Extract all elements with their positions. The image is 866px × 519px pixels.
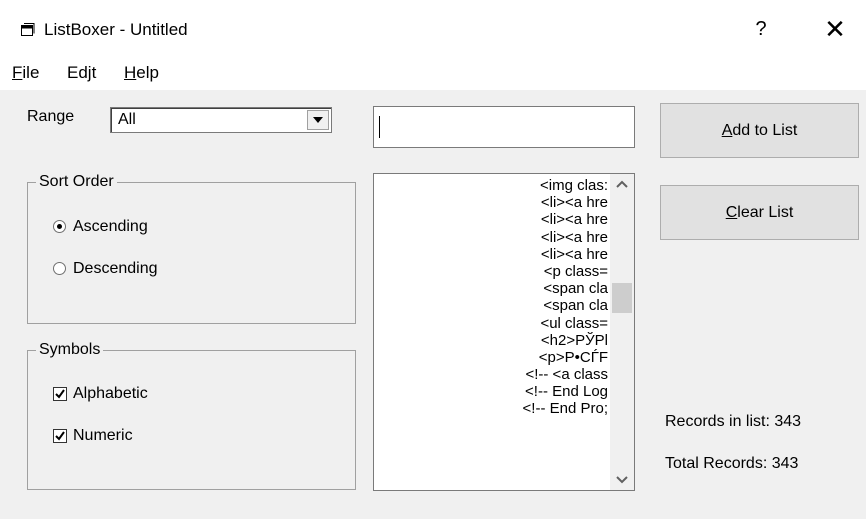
window-title: ListBoxer - Untitled bbox=[44, 20, 188, 39]
checkbox-checked-icon bbox=[53, 429, 67, 443]
alphabetic-label: Alphabetic bbox=[73, 385, 148, 402]
menu-file[interactable]: File bbox=[12, 63, 39, 83]
list-item[interactable]: <h2>PЎPl bbox=[374, 332, 609, 349]
scroll-thumb[interactable] bbox=[612, 282, 632, 313]
range-value: All bbox=[118, 111, 136, 128]
radio-selected-icon bbox=[53, 220, 66, 233]
records-listbox[interactable]: <img clas: <li><a hre <li><a hre <li><a … bbox=[373, 173, 635, 491]
list-item[interactable]: <li><a hre bbox=[374, 229, 609, 246]
close-button[interactable]: ✕ bbox=[820, 14, 850, 44]
list-item[interactable]: <span cla bbox=[374, 280, 609, 297]
range-label: Range bbox=[27, 108, 75, 125]
range-combobox[interactable]: All bbox=[110, 107, 332, 133]
list-items: <img clas: <li><a hre <li><a hre <li><a … bbox=[374, 177, 609, 418]
clear-list-button[interactable]: Clear List bbox=[660, 185, 859, 240]
sort-order-group: Sort Order Ascending Descending bbox=[27, 173, 356, 324]
text-caret bbox=[379, 116, 380, 138]
list-item[interactable]: <p class= bbox=[374, 263, 609, 280]
list-item[interactable]: <li><a hre bbox=[374, 194, 609, 211]
radio-unselected-icon bbox=[53, 262, 66, 275]
list-item[interactable]: <img clas: bbox=[374, 177, 609, 194]
list-item[interactable]: <p>P•CЃF bbox=[374, 349, 609, 366]
symbols-group: Symbols Alphabetic Numeric bbox=[27, 341, 356, 490]
list-item[interactable]: <!-- End Log bbox=[374, 383, 609, 400]
sort-ascending-label: Ascending bbox=[73, 218, 148, 235]
symbols-title: Symbols bbox=[36, 341, 104, 359]
list-item[interactable]: <!-- <a class bbox=[374, 366, 609, 383]
menu-help[interactable]: Help bbox=[124, 63, 159, 83]
app-window-icon[interactable] bbox=[20, 22, 36, 38]
chevron-down-icon bbox=[313, 117, 323, 123]
help-button[interactable]: ? bbox=[749, 18, 773, 41]
list-item[interactable]: <span cla bbox=[374, 297, 609, 314]
menu-file-accel: F bbox=[12, 63, 23, 82]
range-dropdown-button[interactable] bbox=[307, 110, 329, 130]
chevron-up-icon bbox=[616, 180, 628, 188]
sort-order-title: Sort Order bbox=[36, 173, 117, 191]
title-bar[interactable]: ListBoxer - Untitled ? ✕ bbox=[0, 0, 866, 58]
menu-edit[interactable]: Edjt bbox=[67, 63, 96, 83]
numeric-label: Numeric bbox=[73, 427, 133, 444]
list-scrollbar[interactable] bbox=[610, 174, 634, 490]
sort-descending-label: Descending bbox=[73, 260, 158, 277]
menu-bar: File Edjt Help bbox=[0, 58, 866, 90]
menu-help-accel: H bbox=[124, 63, 137, 82]
list-item[interactable]: <li><a hre bbox=[374, 246, 609, 263]
chevron-down-icon bbox=[616, 476, 628, 484]
add-item-input[interactable] bbox=[373, 106, 635, 148]
list-item[interactable]: <li><a hre bbox=[374, 211, 609, 228]
records-in-list-text: Records in list: 343 bbox=[665, 413, 802, 430]
scroll-up-button[interactable] bbox=[610, 174, 634, 194]
add-to-list-button[interactable]: Add to List bbox=[660, 103, 859, 158]
list-item[interactable]: <ul class= bbox=[374, 315, 609, 332]
list-item[interactable]: <!-- End Pro; bbox=[374, 400, 609, 417]
total-records-text: Total Records: 343 bbox=[665, 455, 799, 472]
checkbox-checked-icon bbox=[53, 387, 67, 401]
scroll-down-button[interactable] bbox=[610, 470, 634, 490]
